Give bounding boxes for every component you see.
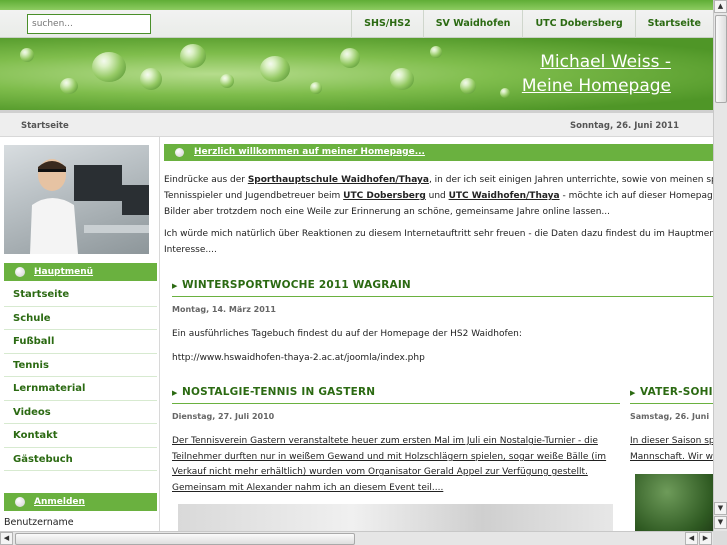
top-stripe	[0, 0, 713, 10]
water-drop	[430, 46, 442, 58]
vertical-scroll-thumb[interactable]	[715, 15, 727, 103]
article-title-wintersportwoche[interactable]: ▶ WINTERSPORTWOCHE 2011 WAGRAIN	[172, 279, 713, 297]
text: und	[425, 191, 449, 201]
menu-item-startseite[interactable]: Startseite	[4, 283, 157, 307]
site-title-line1[interactable]: Michael Weiss -	[522, 50, 671, 74]
menu-item-fussball[interactable]: Fußball	[4, 330, 157, 354]
link-utc-waidhofen[interactable]: UTC Waidhofen/Thaya	[449, 191, 560, 201]
welcome-paragraph-line5: Interesse....	[164, 245, 217, 255]
vertical-scrollbar[interactable]: ▲ ▼ ▼	[713, 0, 727, 531]
main-content: Herzlich willkommen auf meiner Homepage.…	[160, 137, 713, 531]
article-text-line[interactable]: Mannschaft. Wir wa	[630, 450, 713, 466]
water-drop	[340, 48, 360, 68]
scroll-down-button[interactable]: ▼	[714, 516, 727, 529]
article-text-line[interactable]: Teilnehmer durften nur in weißem Gewand …	[172, 450, 606, 466]
menu-item-tennis[interactable]: Tennis	[4, 354, 157, 377]
article-title-text[interactable]: VATER-SOHI	[640, 386, 713, 398]
top-nav-links: SHS/HS2 SV Waidhofen UTC Dobersberg Star…	[351, 10, 713, 38]
site-title-line2[interactable]: Meine Homepage	[522, 74, 671, 98]
scrollbar-corner	[713, 531, 727, 545]
article-image	[178, 504, 613, 531]
water-drop	[390, 68, 414, 90]
bullet-icon	[175, 148, 184, 157]
nav-link-sv-waidhofen[interactable]: SV Waidhofen	[422, 10, 523, 38]
left-sidebar: Hauptmenü Startseite Schule Fußball Tenn…	[0, 137, 160, 531]
article-image	[635, 474, 713, 531]
water-drop	[310, 82, 322, 94]
text: - möchte ich auf dieser Homepage p	[559, 191, 713, 201]
welcome-paragraph-line3: Bilder aber trotzdem noch eine Weile zur…	[164, 207, 610, 217]
water-drop	[500, 88, 510, 98]
search-input[interactable]	[27, 14, 151, 34]
top-navigation: SHS/HS2 SV Waidhofen UTC Dobersberg Star…	[0, 0, 713, 38]
link-utc-dobersberg[interactable]: UTC Dobersberg	[343, 191, 426, 201]
text: , in der ich seit einigen Jahren unterri…	[428, 175, 713, 185]
water-drop	[180, 44, 206, 68]
username-label: Benutzername	[4, 517, 74, 528]
scroll-left-button[interactable]: ◀	[0, 532, 13, 545]
scroll-left-button[interactable]: ◀	[685, 532, 698, 545]
welcome-paragraph-line1: Eindrücke aus der Sporthauptschule Waidh…	[164, 172, 713, 188]
welcome-paragraph-line2: Tennisspieler und Jugendbetreuer beim UT…	[164, 188, 713, 204]
nav-link-startseite[interactable]: Startseite	[634, 10, 713, 38]
arrow-right-icon: ▶	[630, 389, 636, 397]
article-text-line[interactable]: Verkauf nicht mehr erhältlich) wurden vo…	[172, 465, 588, 481]
photo-keyboard	[84, 225, 149, 233]
water-drop	[460, 78, 476, 94]
water-drop	[60, 78, 78, 94]
article-title-vater-sohn[interactable]: ▶ VATER-SOHI	[630, 386, 713, 404]
header-banner: Michael Weiss - Meine Homepage	[0, 38, 713, 110]
login-header: Anmelden	[4, 493, 157, 511]
horizontal-scroll-thumb[interactable]	[15, 533, 355, 545]
article-text-line[interactable]: Gemeinsam mit Alexander nahm ich an dies…	[172, 481, 443, 497]
site-title[interactable]: Michael Weiss - Meine Homepage	[522, 50, 671, 98]
water-drop	[20, 48, 34, 62]
article-title-text[interactable]: WINTERSPORTWOCHE 2011 WAGRAIN	[182, 279, 411, 291]
water-drop	[260, 56, 290, 82]
nav-link-utc-dobersberg[interactable]: UTC Dobersberg	[522, 10, 634, 38]
scroll-right-button[interactable]: ▶	[699, 532, 712, 545]
nav-link-shs-hs2[interactable]: SHS/HS2	[351, 10, 423, 38]
text: Tennisspieler und Jugendbetreuer beim	[164, 191, 344, 201]
menu-item-gaestebuch[interactable]: Gästebuch	[4, 448, 157, 471]
main-menu-title[interactable]: Hauptmenü	[34, 267, 93, 277]
bullet-icon	[15, 497, 25, 507]
photo-monitor	[122, 185, 149, 215]
water-drop	[220, 74, 234, 88]
article-text-line[interactable]: In dieser Saison sp	[630, 434, 713, 450]
welcome-paragraph-line4: Ich würde mich natürlich über Reaktionen…	[164, 229, 713, 239]
welcome-header: Herzlich willkommen auf meiner Homepage.…	[164, 144, 713, 161]
article-text: Ein ausführliches Tagebuch findest du au…	[172, 329, 522, 339]
bullet-icon	[15, 267, 25, 277]
breadcrumb-bar: Startseite Sonntag, 26. Juni 2011	[0, 110, 713, 137]
article-date: Dienstag, 27. Juli 2010	[172, 412, 275, 421]
current-date: Sonntag, 26. Juni 2011	[570, 121, 679, 131]
profile-photo	[4, 145, 149, 254]
menu-item-schule[interactable]: Schule	[4, 307, 157, 330]
breadcrumb: Startseite	[21, 121, 69, 131]
arrow-right-icon: ▶	[172, 389, 178, 397]
water-drop	[140, 68, 162, 90]
scroll-down-button[interactable]: ▼	[714, 502, 727, 515]
welcome-title[interactable]: Herzlich willkommen auf meiner Homepage.…	[194, 147, 425, 157]
main-menu-header: Hauptmenü	[4, 263, 157, 281]
article-link-url[interactable]: http://www.hswaidhofen-thaya-2.ac.at/joo…	[172, 351, 425, 367]
horizontal-scrollbar[interactable]: ◀ ◀ ▶	[0, 531, 713, 545]
menu-item-videos[interactable]: Videos	[4, 401, 157, 424]
photo-person	[30, 159, 78, 254]
main-menu: Startseite Schule Fußball Tennis Lernmat…	[4, 283, 157, 471]
article-title-nostalgie-tennis[interactable]: ▶ NOSTALGIE-TENNIS IN GASTERN	[172, 386, 620, 404]
article-date: Montag, 14. März 2011	[172, 305, 276, 314]
article-date: Samstag, 26. Juni	[630, 412, 710, 421]
scroll-up-button[interactable]: ▲	[714, 0, 727, 13]
text: Eindrücke aus der	[164, 175, 248, 185]
arrow-right-icon: ▶	[172, 282, 178, 290]
menu-item-kontakt[interactable]: Kontakt	[4, 424, 157, 448]
article-title-text[interactable]: NOSTALGIE-TENNIS IN GASTERN	[182, 386, 375, 398]
water-drop	[92, 52, 126, 82]
article-text-line[interactable]: Der Tennisverein Gastern veranstaltete h…	[172, 434, 598, 450]
link-sporthauptschule[interactable]: Sporthauptschule Waidhofen/Thaya	[248, 175, 429, 185]
menu-item-lernmaterial[interactable]: Lernmaterial	[4, 377, 157, 401]
login-title[interactable]: Anmelden	[34, 497, 85, 507]
